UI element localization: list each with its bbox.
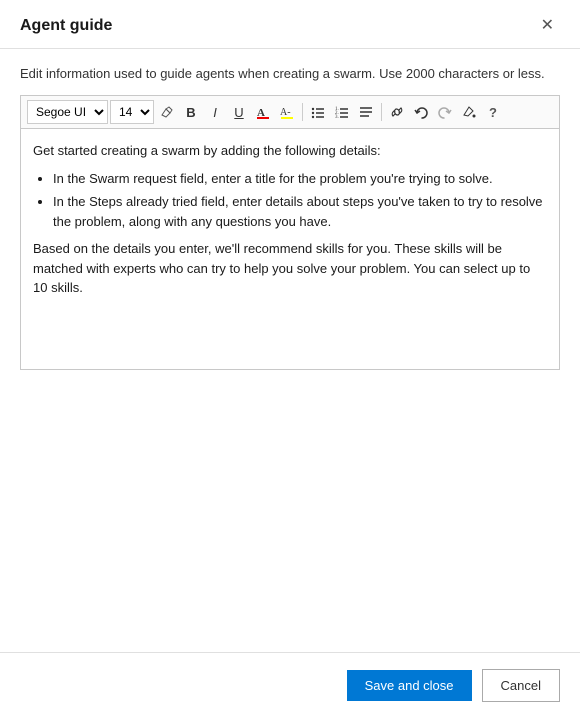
text-color-icon: A- — [280, 105, 294, 119]
editor-toolbar: Segoe UI 14 B I U A — [21, 96, 559, 129]
font-color-button[interactable]: A — [252, 100, 274, 124]
highlight-button[interactable] — [156, 100, 178, 124]
agent-guide-dialog: Agent guide ✕ Edit information used to g… — [0, 0, 580, 718]
text-color-button[interactable]: A- — [276, 100, 298, 124]
svg-text:3.: 3. — [335, 115, 339, 119]
close-button[interactable]: ✕ — [535, 16, 560, 36]
help-button[interactable]: ? — [482, 100, 504, 124]
editor-intro: Get started creating a swarm by adding t… — [33, 141, 547, 161]
font-family-select[interactable]: Segoe UI — [27, 100, 108, 124]
save-close-button[interactable]: Save and close — [347, 670, 472, 701]
editor-bullet-2: In the Steps already tried field, enter … — [53, 192, 547, 231]
svg-text:A-: A- — [280, 107, 291, 118]
font-color-icon: A — [256, 105, 270, 119]
underline-button[interactable]: U — [228, 100, 250, 124]
undo-button[interactable] — [410, 100, 432, 124]
justify-icon — [359, 105, 373, 119]
toolbar-divider-2 — [381, 103, 382, 121]
redo-button[interactable] — [434, 100, 456, 124]
paint-bucket-button[interactable] — [458, 100, 480, 124]
toolbar-divider-1 — [302, 103, 303, 121]
editor-paragraph-2: Based on the details you enter, we'll re… — [33, 239, 547, 298]
justify-button[interactable] — [355, 100, 377, 124]
dialog-body: Edit information used to guide agents wh… — [0, 49, 580, 652]
link-icon — [390, 105, 404, 119]
dialog-header: Agent guide ✕ — [0, 0, 580, 49]
bullet-list-button[interactable] — [307, 100, 329, 124]
editor-list: In the Swarm request field, enter a titl… — [53, 169, 547, 232]
editor-bullet-1: In the Swarm request field, enter a titl… — [53, 169, 547, 189]
highlight-icon — [160, 105, 174, 119]
editor-content-area[interactable]: Get started creating a swarm by adding t… — [21, 129, 559, 369]
cancel-button[interactable]: Cancel — [482, 669, 560, 702]
dialog-footer: Save and close Cancel — [0, 652, 580, 718]
ordered-list-button[interactable]: 1. 2. 3. — [331, 100, 353, 124]
undo-icon — [414, 105, 428, 119]
bullet-list-icon — [311, 105, 325, 119]
redo-icon — [438, 105, 452, 119]
paint-bucket-icon — [462, 105, 476, 119]
bold-button[interactable]: B — [180, 100, 202, 124]
italic-button[interactable]: I — [204, 100, 226, 124]
font-size-select[interactable]: 14 — [110, 100, 154, 124]
ordered-list-icon: 1. 2. 3. — [335, 105, 349, 119]
dialog-title: Agent guide — [20, 17, 112, 35]
link-button[interactable] — [386, 100, 408, 124]
help-icon: ? — [489, 105, 497, 120]
editor-container: Segoe UI 14 B I U A — [20, 95, 560, 370]
description-text: Edit information used to guide agents wh… — [20, 65, 560, 83]
